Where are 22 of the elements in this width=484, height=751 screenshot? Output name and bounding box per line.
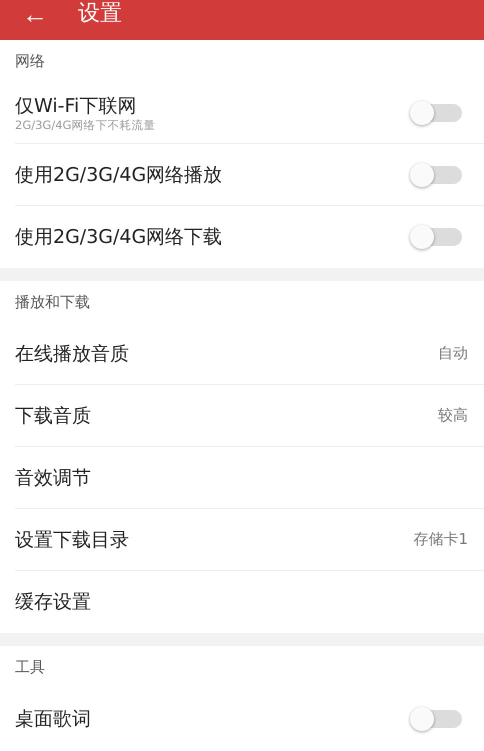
setting-label[interactable]: 使用2G/3G/4G网络下载	[15, 225, 412, 249]
setting-label[interactable]: 设置下载目录	[15, 528, 414, 552]
setting-label[interactable]: 在线播放音质	[15, 342, 438, 366]
setting-label[interactable]: 音效调节	[15, 466, 462, 490]
setting-description: 2G/3G/4G网络下不耗流量	[15, 118, 156, 132]
setting-label[interactable]: 缓存设置	[15, 590, 462, 614]
setting-label[interactable]: 下载音质	[15, 404, 438, 428]
page-title: 设置	[78, 1, 122, 27]
setting-label[interactable]: 仅Wi-Fi下联网	[15, 94, 412, 118]
setting-value: 存储卡1	[413, 530, 468, 549]
section-header: 网络	[15, 52, 45, 70]
toggle-switch[interactable]	[412, 228, 462, 246]
back-button[interactable]: ←	[22, 0, 48, 29]
toggle-switch[interactable]	[412, 104, 462, 122]
toggle-switch[interactable]	[412, 166, 462, 184]
setting-label[interactable]: 桌面歌词	[15, 707, 412, 731]
toggle-switch[interactable]	[412, 710, 462, 728]
setting-value: 较高	[438, 406, 468, 425]
setting-label[interactable]: 使用2G/3G/4G网络播放	[15, 162, 412, 186]
section-header: 播放和下载	[15, 292, 90, 312]
section-header: 工具	[15, 658, 45, 676]
setting-value: 自动	[438, 344, 468, 363]
